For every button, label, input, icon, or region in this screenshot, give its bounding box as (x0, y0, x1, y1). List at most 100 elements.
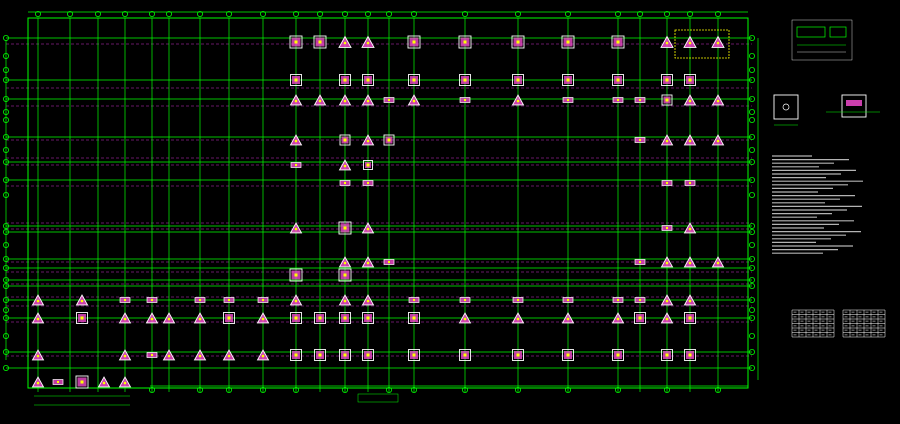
table-cell (865, 320, 869, 322)
table-cell (821, 329, 825, 331)
column-marker (343, 99, 347, 103)
column-marker (716, 139, 720, 143)
column-marker (366, 163, 370, 167)
column-marker (57, 381, 59, 383)
table-cell (807, 325, 811, 327)
column-marker (516, 40, 520, 44)
column-marker (566, 78, 570, 82)
table-cell (851, 320, 855, 322)
table-cell (814, 334, 818, 336)
table-cell (844, 334, 848, 336)
column-marker (318, 99, 322, 103)
column-marker (294, 99, 298, 103)
column-marker (463, 317, 467, 321)
column-marker (639, 261, 641, 263)
column-marker (387, 138, 391, 142)
column-marker (36, 381, 40, 385)
column-marker (665, 353, 669, 357)
table-cell (865, 334, 869, 336)
column-marker (228, 299, 230, 301)
column-marker (294, 139, 298, 143)
column-marker (689, 182, 691, 184)
column-marker (639, 299, 641, 301)
table-cell (844, 311, 848, 313)
column-marker (463, 353, 467, 357)
table-cell (800, 334, 804, 336)
column-marker (665, 78, 669, 82)
column-marker (688, 261, 692, 265)
detail-section-fill (846, 100, 862, 106)
column-marker (688, 316, 692, 320)
column-marker (294, 227, 298, 231)
table-cell (872, 329, 876, 331)
column-marker (80, 299, 84, 303)
column-marker (665, 139, 669, 143)
column-marker (688, 41, 692, 45)
column-marker (261, 354, 265, 358)
column-marker (566, 317, 570, 321)
column-marker (343, 353, 347, 357)
column-marker (688, 139, 692, 143)
table-cell (800, 316, 804, 318)
column-marker (198, 354, 202, 358)
column-marker (566, 353, 570, 357)
table-cell (879, 325, 883, 327)
table-cell (793, 325, 797, 327)
column-marker (343, 273, 347, 277)
column-marker (123, 317, 127, 321)
column-marker (412, 99, 416, 103)
column-marker (294, 299, 298, 303)
table-cell (800, 320, 804, 322)
column-marker (665, 98, 669, 102)
column-marker (294, 40, 298, 44)
table-cell (844, 329, 848, 331)
column-marker (412, 40, 416, 44)
column-marker (688, 227, 692, 231)
table-cell (793, 329, 797, 331)
column-marker (343, 41, 347, 45)
table-cell (858, 334, 862, 336)
column-marker (413, 299, 415, 301)
table-cell (879, 334, 883, 336)
column-marker (665, 299, 669, 303)
table-cell (872, 311, 876, 313)
column-marker (566, 40, 570, 44)
table-cell (814, 316, 818, 318)
column-marker (367, 182, 369, 184)
table-cell (879, 320, 883, 322)
column-marker (366, 78, 370, 82)
table-cell (872, 334, 876, 336)
table-cell (814, 320, 818, 322)
column-marker (295, 164, 297, 166)
column-marker (167, 317, 171, 321)
column-marker (463, 40, 467, 44)
table-cell (844, 320, 848, 322)
table-cell (828, 311, 832, 313)
table-cell (828, 329, 832, 331)
column-marker (318, 40, 322, 44)
column-marker (616, 78, 620, 82)
column-marker (262, 299, 264, 301)
column-marker (688, 99, 692, 103)
column-marker (151, 299, 153, 301)
table-cell (800, 329, 804, 331)
table-cell (814, 311, 818, 313)
table-cell (828, 334, 832, 336)
table-cell (793, 334, 797, 336)
column-marker (344, 182, 346, 184)
column-marker (198, 317, 202, 321)
table-cell (851, 329, 855, 331)
column-marker (412, 78, 416, 82)
column-marker (463, 78, 467, 82)
column-marker (36, 354, 40, 358)
column-marker (567, 99, 569, 101)
table-cell (879, 329, 883, 331)
table-cell (807, 320, 811, 322)
column-marker (294, 273, 298, 277)
column-marker (80, 380, 84, 384)
table-cell (858, 325, 862, 327)
column-marker (123, 354, 127, 358)
table-cell (865, 316, 869, 318)
table-cell (821, 311, 825, 313)
column-marker (567, 299, 569, 301)
